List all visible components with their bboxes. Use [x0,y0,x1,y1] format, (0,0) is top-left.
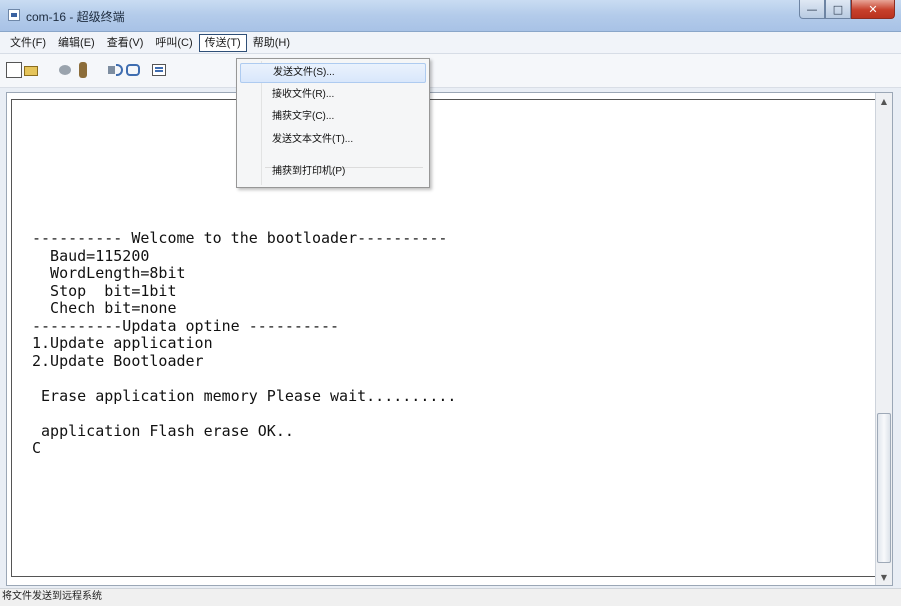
menu-item-send-file[interactable]: 发送文件(S)... [240,63,426,83]
minimize-icon[interactable]: — [799,0,825,19]
transfer-menu-dropdown: 发送文件(S)... 接收文件(R)... 捕获文字(C)... 发送文本文件(… [236,58,430,188]
menu-bar: 文件(F) 编辑(E) 查看(V) 呼叫(C) 传送(T) 帮助(H) [0,32,901,54]
window-title: com-16 - 超级终端 [26,10,125,24]
connect-icon[interactable] [58,62,74,78]
toolbar [0,54,901,88]
menu-item-send-text-file[interactable]: 发送文本文件(T)... [240,130,426,150]
disconnect-icon[interactable] [76,62,92,78]
open-icon[interactable] [24,62,40,78]
menu-item-capture-printer[interactable]: 捕获到打印机(P) [240,162,426,182]
window-controls: — □ ✕ [799,0,895,20]
title-bar: com-16 - 超级终端 — □ ✕ [0,0,901,32]
menu-item-capture-text[interactable]: 捕获文字(C)... [240,107,426,127]
menu-item-receive-file[interactable]: 接收文件(R)... [240,85,426,105]
status-bar: 将文件发送到远程系统 [0,588,901,606]
maximize-icon[interactable]: □ [825,0,851,19]
scroll-down-icon[interactable]: ▼ [876,569,892,585]
new-icon[interactable] [6,62,22,78]
menu-file[interactable]: 文件(F) [4,34,52,52]
close-icon[interactable]: ✕ [851,0,895,19]
properties-icon[interactable] [152,62,168,78]
menu-edit[interactable]: 编辑(E) [52,34,101,52]
menu-help[interactable]: 帮助(H) [247,34,296,52]
terminal-frame: ---------- Welcome to the bootloader----… [6,92,893,586]
vertical-scrollbar[interactable]: ▲ ▼ [875,93,892,585]
scrollbar-thumb[interactable] [877,413,891,563]
menu-call[interactable]: 呼叫(C) [149,34,198,52]
hyperterminal-app-icon[interactable] [8,9,20,21]
terminal-output: ---------- Welcome to the bootloader----… [32,229,457,457]
menu-transfer[interactable]: 传送(T) [198,33,247,52]
menu-view[interactable]: 查看(V) [101,34,150,52]
send-icon[interactable] [108,62,124,78]
terminal-screen[interactable]: ---------- Welcome to the bootloader----… [11,99,877,577]
scroll-up-icon[interactable]: ▲ [876,93,892,109]
receive-icon[interactable] [126,62,142,78]
